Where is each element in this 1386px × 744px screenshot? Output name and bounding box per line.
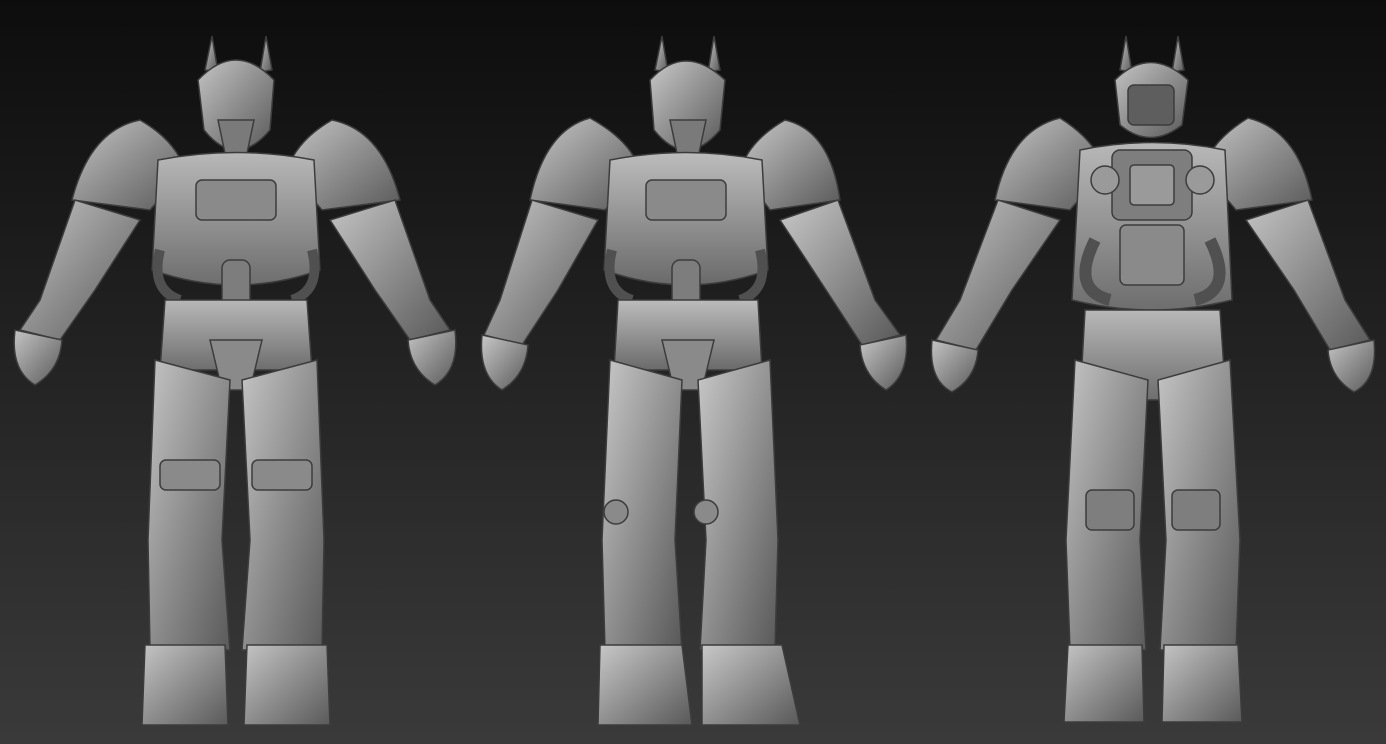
render-viewport: [0, 0, 1386, 744]
armor-figure-back-view: [920, 0, 1386, 744]
armor-figure-back-graphic: [930, 35, 1376, 723]
armor-figure-front-view: [0, 0, 470, 744]
armor-figure-front-graphic: [13, 35, 457, 726]
armor-figure-three-quarter-graphic: [480, 35, 908, 726]
armor-figure-three-quarter-view: [470, 0, 920, 744]
